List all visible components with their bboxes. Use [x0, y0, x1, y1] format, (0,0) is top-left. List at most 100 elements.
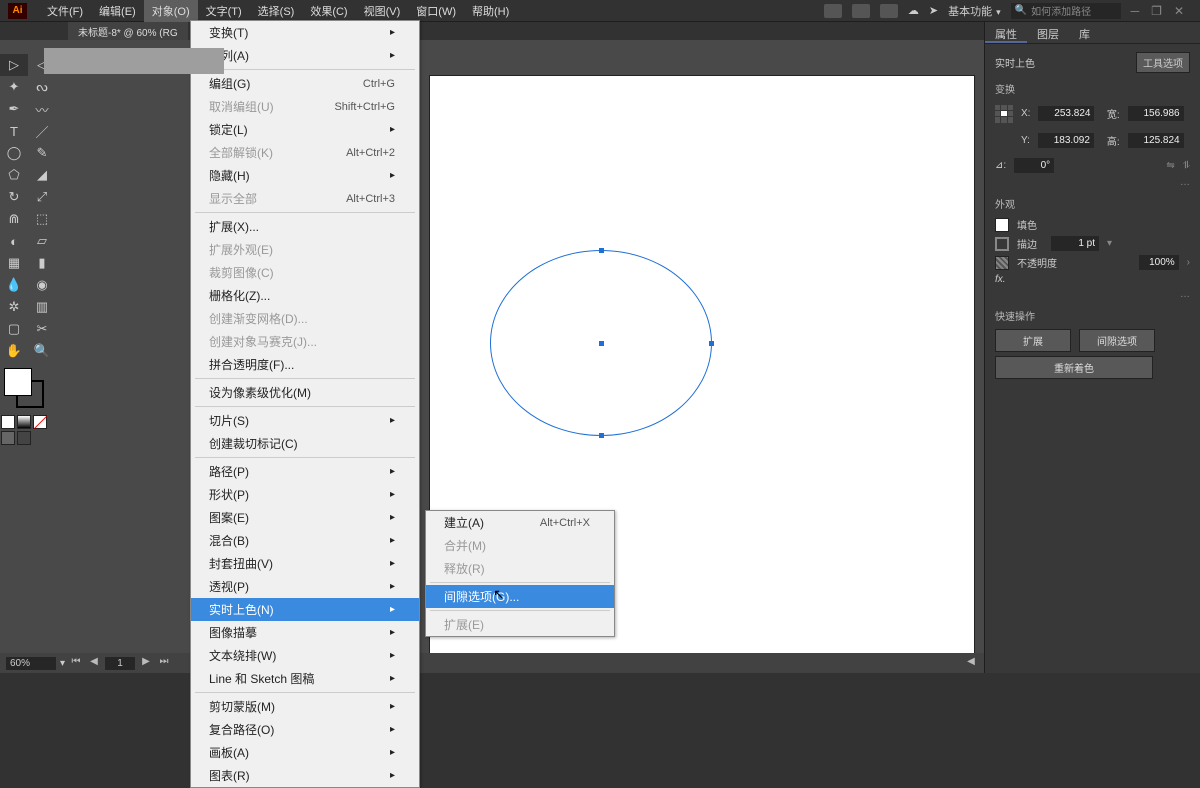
- fill-swatch[interactable]: [995, 218, 1009, 232]
- menu-2[interactable]: 对象(O): [144, 0, 198, 22]
- menu-item[interactable]: 栅格化(Z)...: [191, 284, 419, 307]
- gap-options-button[interactable]: 间隙选项: [1079, 329, 1155, 352]
- stroke-width-field[interactable]: 1 pt: [1051, 236, 1099, 251]
- menu-item[interactable]: 实时上色(N): [191, 598, 419, 621]
- curvature-tool[interactable]: 〰: [28, 98, 56, 120]
- eraser-tool[interactable]: ◢: [28, 164, 56, 186]
- fx-label[interactable]: fx.: [995, 274, 1006, 285]
- menu-item[interactable]: 图像描摹: [191, 621, 419, 644]
- opacity-swatch[interactable]: [995, 256, 1009, 270]
- menu-3[interactable]: 文字(T): [198, 0, 250, 22]
- shaper-tool[interactable]: ⬠: [0, 164, 28, 186]
- menu-item[interactable]: Line 和 Sketch 图稿: [191, 667, 419, 690]
- line-tool[interactable]: ／: [28, 120, 56, 142]
- eyedropper-tool[interactable]: 💧: [0, 274, 28, 296]
- workspace-switcher[interactable]: 基本功能: [948, 3, 1001, 19]
- recolor-button[interactable]: 重新着色: [995, 356, 1153, 379]
- nav-prev[interactable]: ◀: [87, 656, 101, 670]
- fill-stroke-swatch[interactable]: [4, 368, 44, 408]
- stroke-swatch[interactable]: [995, 237, 1009, 251]
- menu-8[interactable]: 帮助(H): [464, 0, 517, 22]
- gradient-tool[interactable]: ▮: [28, 252, 56, 274]
- angle-field[interactable]: 0°: [1014, 158, 1054, 173]
- close-button[interactable]: ✕: [1174, 4, 1184, 18]
- bridge-icon[interactable]: [824, 4, 842, 18]
- rotate-tool[interactable]: ↻: [0, 186, 28, 208]
- perspective-tool[interactable]: ▱: [28, 230, 56, 252]
- menu-item[interactable]: 封套扭曲(V): [191, 552, 419, 575]
- more-options-icon-2[interactable]: …: [995, 289, 1190, 300]
- pen-tool[interactable]: ✒: [0, 98, 28, 120]
- zoom-tool[interactable]: 🔍: [28, 340, 56, 362]
- menu-item[interactable]: 拼合透明度(F)...: [191, 353, 419, 376]
- menu-item[interactable]: 透视(P): [191, 575, 419, 598]
- menu-item[interactable]: 锁定(L): [191, 118, 419, 141]
- artboard-number[interactable]: 1: [105, 657, 135, 670]
- menu-item[interactable]: 扩展(X)...: [191, 215, 419, 238]
- width-tool[interactable]: ⋒: [0, 208, 28, 230]
- y-field[interactable]: 183.092: [1038, 133, 1094, 148]
- opacity-field[interactable]: 100%: [1139, 255, 1179, 270]
- menu-item[interactable]: 变换(T): [191, 21, 419, 44]
- menu-0[interactable]: 文件(F): [39, 0, 91, 22]
- reference-point-widget[interactable]: [995, 105, 1013, 123]
- lasso-tool[interactable]: ᔓ: [28, 76, 56, 98]
- menu-item[interactable]: 隐藏(H): [191, 164, 419, 187]
- nav-last[interactable]: ⏭: [157, 656, 171, 670]
- graph-tool[interactable]: ▥: [28, 296, 56, 318]
- shape-builder-tool[interactable]: ◐: [0, 230, 28, 252]
- zoom-field[interactable]: 60%: [6, 657, 56, 670]
- menu-item[interactable]: 画板(A): [191, 741, 419, 764]
- menu-1[interactable]: 编辑(E): [91, 0, 144, 22]
- blend-tool[interactable]: ◉: [28, 274, 56, 296]
- menu-4[interactable]: 选择(S): [250, 0, 303, 22]
- menu-item[interactable]: 路径(P): [191, 460, 419, 483]
- hand-tool[interactable]: ✋: [0, 340, 28, 362]
- menu-item[interactable]: 设为像素级优化(M): [191, 381, 419, 404]
- tab-properties[interactable]: 属性: [985, 22, 1027, 43]
- slice-tool[interactable]: ✂: [28, 318, 56, 340]
- menu-item[interactable]: 混合(B): [191, 529, 419, 552]
- document-tab[interactable]: 未标题-8* @ 60% (RG: [68, 22, 188, 41]
- expand-button[interactable]: 扩展: [995, 329, 1071, 352]
- flip-h-icon[interactable]: ⇋: [1166, 160, 1174, 171]
- arrange-icon[interactable]: [880, 4, 898, 18]
- menu-item[interactable]: 形状(P): [191, 483, 419, 506]
- tool-options-button[interactable]: 工具选项: [1136, 52, 1190, 73]
- scale-tool[interactable]: ⤢: [28, 186, 56, 208]
- tab-layers[interactable]: 图层: [1027, 22, 1069, 43]
- type-tool[interactable]: T: [0, 120, 28, 142]
- scroll-left[interactable]: ◀: [964, 656, 978, 670]
- menu-6[interactable]: 视图(V): [356, 0, 409, 22]
- height-field[interactable]: 125.824: [1128, 133, 1184, 148]
- menu-item[interactable]: 图案(E): [191, 506, 419, 529]
- menu-item[interactable]: 图表(R): [191, 764, 419, 787]
- menu-item[interactable]: 复合路径(O): [191, 718, 419, 741]
- menu-7[interactable]: 窗口(W): [408, 0, 464, 22]
- ellipse-shape[interactable]: [490, 250, 712, 436]
- cloud-icon[interactable]: ☁: [908, 4, 919, 17]
- maximize-button[interactable]: ❐: [1151, 4, 1162, 18]
- nav-first[interactable]: ⏮: [69, 656, 83, 670]
- menu-item[interactable]: 文本绕排(W): [191, 644, 419, 667]
- nav-next[interactable]: ▶: [139, 656, 153, 670]
- search-input[interactable]: 🔍如何添加路径: [1011, 3, 1121, 19]
- share-icon[interactable]: ➤: [929, 4, 938, 17]
- stock-icon[interactable]: [852, 4, 870, 18]
- flip-v-icon[interactable]: ⥮: [1183, 160, 1190, 171]
- ellipse-tool[interactable]: ◯: [0, 142, 28, 164]
- menu-item[interactable]: 排列(A): [191, 44, 419, 67]
- menu-item[interactable]: 创建裁切标记(C): [191, 432, 419, 455]
- width-field[interactable]: 156.986: [1128, 106, 1184, 121]
- tab-libraries[interactable]: 库: [1069, 22, 1100, 43]
- menu-item[interactable]: 切片(S): [191, 409, 419, 432]
- symbol-tool[interactable]: ✲: [0, 296, 28, 318]
- mesh-tool[interactable]: ▦: [0, 252, 28, 274]
- artboard-tool[interactable]: ▢: [0, 318, 28, 340]
- menu-item[interactable]: 间隙选项(G)...: [426, 585, 614, 608]
- menu-item[interactable]: 编组(G)Ctrl+G: [191, 72, 419, 95]
- more-options-icon[interactable]: …: [995, 177, 1190, 188]
- menu-5[interactable]: 效果(C): [302, 0, 355, 22]
- magic-wand-tool[interactable]: ✦: [0, 76, 28, 98]
- brush-tool[interactable]: ✎: [28, 142, 56, 164]
